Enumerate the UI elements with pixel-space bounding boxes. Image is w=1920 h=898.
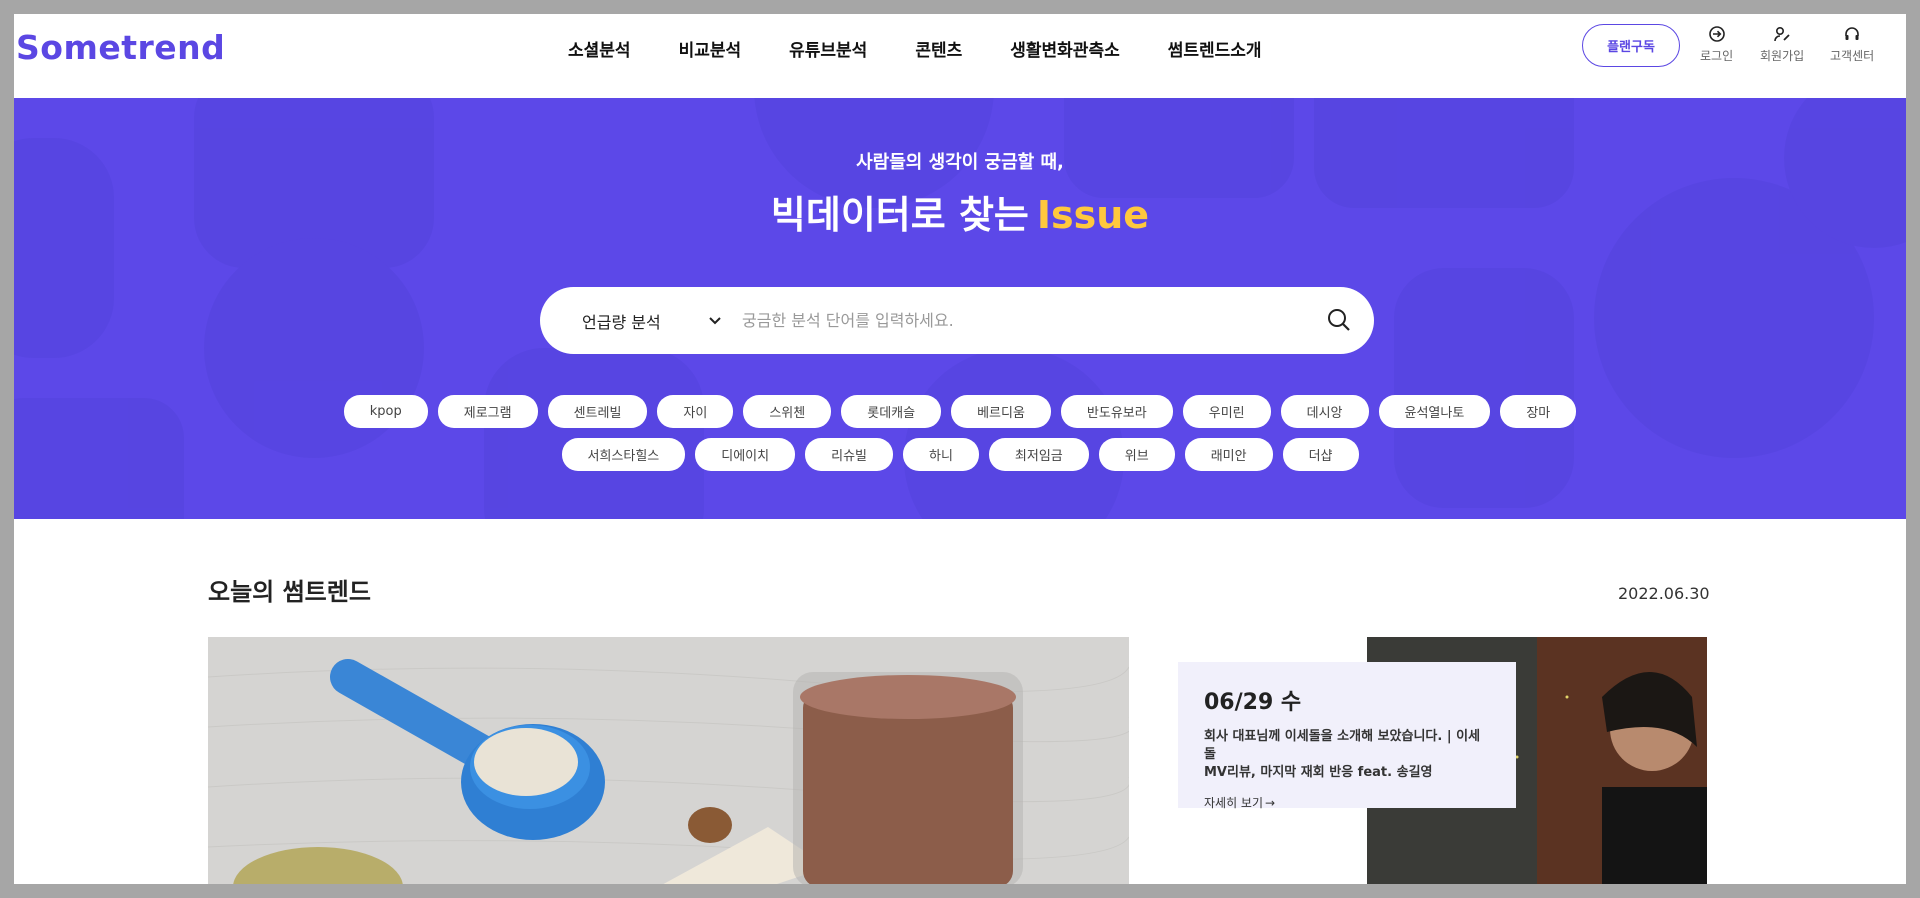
keyword-tag[interactable]: 롯데캐슬 <box>841 395 942 428</box>
nav-item-social[interactable]: 소셜분석 <box>568 36 631 61</box>
trend-card-description: 회사 대표님께 이세돌을 소개해 보았습니다. | 이세돌 MV리뷰, 마지막 … <box>1204 728 1490 782</box>
keyword-tag[interactable]: 윤석열나토 <box>1378 395 1491 428</box>
keyword-tag[interactable]: 우미린 <box>1182 395 1271 428</box>
keyword-tag[interactable]: 래미안 <box>1184 438 1273 471</box>
nav-item-lifestyle[interactable]: 생활변화관측소 <box>1010 36 1119 61</box>
hero-subtitle: 사람들의 생각이 궁금할 때, <box>856 152 1064 173</box>
keyword-tag[interactable]: 데시앙 <box>1280 395 1369 428</box>
nav-item-youtube[interactable]: 유튜브분석 <box>789 36 867 61</box>
protein-shake-photo <box>208 637 1129 884</box>
signup-button[interactable]: 회원가입 <box>1760 24 1804 64</box>
keyword-tag[interactable]: 하니 <box>903 438 979 471</box>
keyword-tag[interactable]: 더샵 <box>1282 438 1359 471</box>
login-button[interactable]: 로그인 <box>1700 24 1733 64</box>
signup-label: 회원가입 <box>1760 49 1805 63</box>
arrow-right-icon: → <box>1265 796 1276 810</box>
keyword-tag[interactable]: 장마 <box>1500 395 1577 428</box>
keyword-tag[interactable]: 리슈빌 <box>805 438 893 471</box>
analysis-type-value: 언급량 분석 <box>582 312 661 332</box>
support-label: 고객센터 <box>1830 49 1875 63</box>
keyword-tag-list: kpop 제로그램 센트레빌 자이 스위첸 롯데캐슬 베르디움 반도유보라 우미… <box>14 390 1906 476</box>
featured-image[interactable] <box>208 637 1129 884</box>
keyword-tag[interactable]: 서희스타힐스 <box>561 438 686 471</box>
keyword-tag[interactable]: 반도유보라 <box>1060 395 1173 428</box>
keyword-tag[interactable]: 스위첸 <box>743 395 832 428</box>
keyword-tag[interactable]: 베르디움 <box>951 395 1051 428</box>
nav-item-compare[interactable]: 비교분석 <box>679 36 742 61</box>
trend-card-date: 06/29 수 <box>1204 690 1302 715</box>
keyword-tag[interactable]: 자이 <box>657 395 734 428</box>
signup-icon <box>1772 24 1792 44</box>
hero-title-text: 빅데이터로 찾는 <box>770 193 1029 237</box>
support-button[interactable]: 고객센터 <box>1830 24 1874 64</box>
more-link-label: 자세히 보기 <box>1204 796 1264 810</box>
trend-card-desc-line1: 회사 대표님께 이세돌을 소개해 보았습니다. | 이세돌 <box>1204 729 1481 762</box>
browser-page: Sometrend 소셜분석 비교분석 유튜브분석 콘텐츠 생활변화관측소 썸트… <box>14 14 1906 884</box>
trend-card: 06/29 수 회사 대표님께 이세돌을 소개해 보았습니다. | 이세돌 MV… <box>1178 662 1516 811</box>
keyword-tag[interactable]: kpop <box>343 395 428 428</box>
hero-title: 빅데이터로 찾는 Issue <box>14 184 1906 239</box>
nav-item-contents[interactable]: 콘텐츠 <box>915 36 962 61</box>
trend-card-desc-line2: MV리뷰, 마지막 재회 반응 feat. 송길영 <box>1204 765 1433 780</box>
section-date: 2022.06.30 <box>1618 584 1710 603</box>
search-bar: 언급량 분석 <box>540 287 1374 354</box>
hero-title-highlight: Issue <box>1036 193 1150 237</box>
nav-item-about[interactable]: 썸트렌드소개 <box>1168 36 1262 61</box>
keyword-tag[interactable]: 디에이치 <box>695 438 796 471</box>
keyword-tag[interactable]: 위브 <box>1098 438 1175 471</box>
headset-icon <box>1842 24 1862 44</box>
chevron-down-icon <box>708 311 722 330</box>
login-icon <box>1707 24 1727 44</box>
main-nav: 소셜분석 비교분석 유튜브분석 콘텐츠 생활변화관측소 썸트렌드소개 <box>568 36 1310 61</box>
analysis-type-select[interactable]: 언급량 분석 <box>582 309 722 333</box>
plan-subscribe-button[interactable]: 플랜구독 <box>1582 24 1680 67</box>
trend-card-more-link[interactable]: 자세히 보기 → <box>1204 794 1275 811</box>
site-logo[interactable]: Sometrend <box>16 28 225 67</box>
site-header: Sometrend 소셜분석 비교분석 유튜브분석 콘텐츠 생활변화관측소 썸트… <box>14 14 1906 98</box>
hero-banner: 사람들의 생각이 궁금할 때, 빅데이터로 찾는Issue 언급량 분석 kpo… <box>14 98 1906 519</box>
section-title: 오늘의 썸트렌드 <box>208 578 371 606</box>
keyword-tag[interactable]: 최저임금 <box>988 438 1089 471</box>
login-label: 로그인 <box>1700 49 1734 63</box>
keyword-tag[interactable]: 센트레빌 <box>547 395 648 428</box>
search-input[interactable] <box>742 311 1302 330</box>
keyword-tag[interactable]: 제로그램 <box>437 395 538 428</box>
search-icon[interactable] <box>1326 307 1352 337</box>
